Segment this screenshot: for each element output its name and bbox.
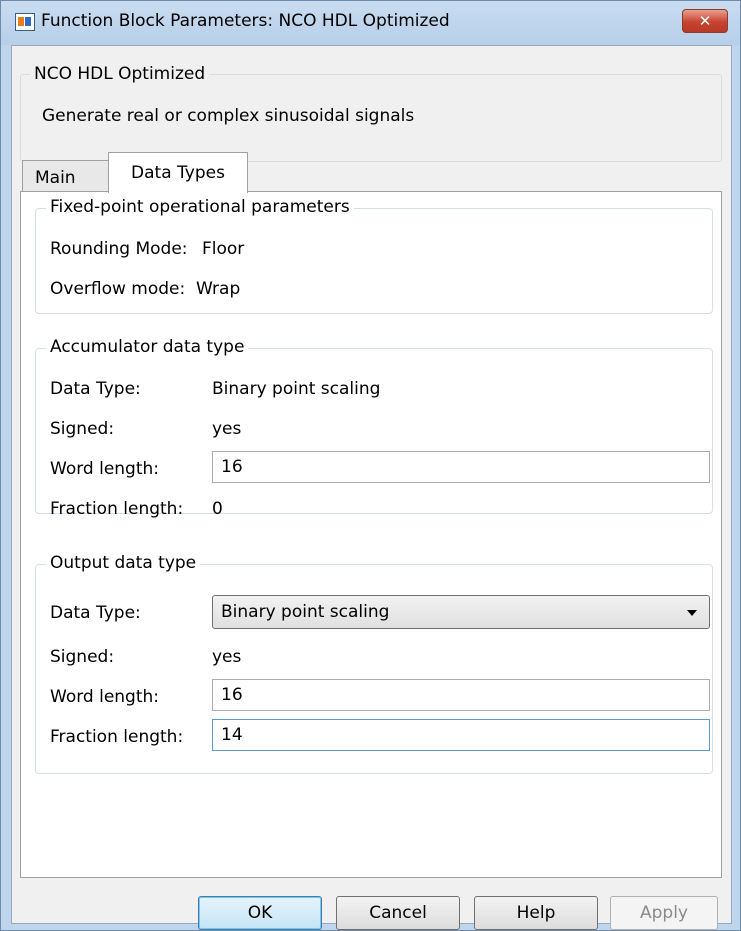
fixed-point-group: Fixed-point operational parameters Round… [35,197,713,314]
accumulator-data-type-label: Data Type: [50,379,141,399]
accumulator-group: Accumulator data type Data Type: Binary … [35,337,713,519]
accumulator-fraction-length-value: 0 [212,499,223,519]
accumulator-signed-label: Signed: [50,419,115,439]
data-types-panel: Fixed-point operational parameters Round… [20,191,722,878]
output-data-type-label: Data Type: [50,603,141,623]
close-button[interactable]: ✕ [682,9,728,33]
rounding-mode-label: Rounding Mode: [50,239,188,259]
fixed-point-title: Fixed-point operational parameters [46,197,354,217]
dialog-client-area: NCO HDL Optimized Generate real or compl… [11,45,732,930]
rounding-mode-value: Floor [202,239,245,259]
accumulator-data-type-value: Binary point scaling [212,379,381,399]
description-title: NCO HDL Optimized [30,64,210,84]
description-text: Generate real or complex sinusoidal sign… [42,106,415,126]
accumulator-word-length-field[interactable]: 16 [212,451,710,483]
tab-data-types[interactable]: Data Types [108,152,248,193]
accumulator-fraction-length-label: Fraction length: [50,499,184,519]
output-signed-label: Signed: [50,647,115,667]
accumulator-signed-value: yes [212,419,242,439]
output-word-length-field[interactable]: 16 [212,679,710,711]
output-signed-value: yes [212,647,242,667]
close-icon: ✕ [698,12,712,30]
output-data-type-dropdown[interactable]: Binary point scaling [212,595,710,629]
accumulator-title: Accumulator data type [46,337,249,357]
output-group: Output data type Data Type: Binary point… [35,553,713,774]
output-fraction-length-label: Fraction length: [50,727,184,747]
simulink-block-icon [15,13,35,31]
apply-button[interactable]: Apply [610,896,718,930]
help-button[interactable]: Help [474,896,598,930]
output-fraction-length-field[interactable]: 14 [212,719,710,751]
overflow-mode-label: Overflow mode: [50,279,186,299]
tab-main[interactable]: Main [22,160,110,193]
output-data-type-selected: Binary point scaling [221,602,390,622]
title-bar[interactable]: Function Block Parameters: NCO HDL Optim… [1,1,740,45]
window-title: Function Block Parameters: NCO HDL Optim… [41,11,450,31]
output-word-length-label: Word length: [50,687,160,707]
dialog-window: Function Block Parameters: NCO HDL Optim… [0,0,741,931]
output-title: Output data type [46,553,201,573]
accumulator-word-length-label: Word length: [50,459,160,479]
cancel-button[interactable]: Cancel [336,896,460,930]
overflow-mode-value: Wrap [196,279,241,299]
chevron-down-icon [687,610,697,616]
ok-button[interactable]: OK [198,896,322,930]
